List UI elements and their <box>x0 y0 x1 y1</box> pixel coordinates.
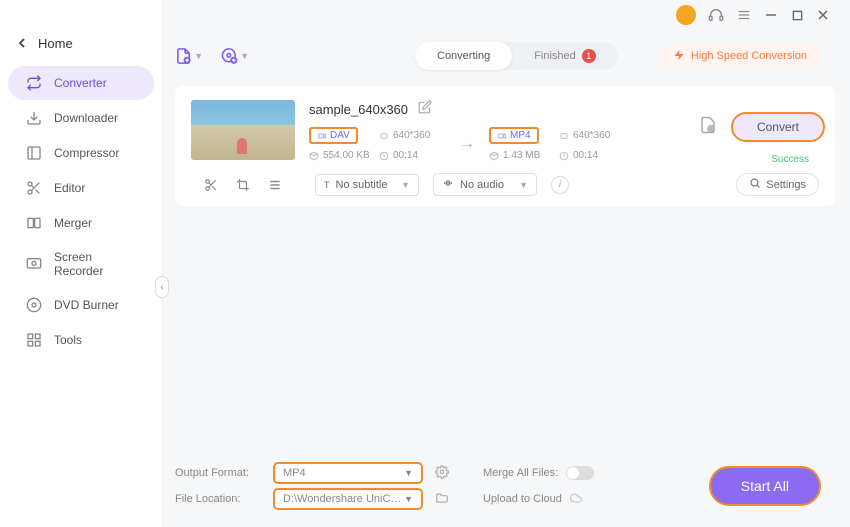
more-icon[interactable] <box>267 178 283 192</box>
sidebar-collapse-handle[interactable]: ‹ <box>155 276 169 298</box>
source-resolution: 640*360 <box>379 130 459 141</box>
tab-switch: Converting Finished 1 <box>415 42 618 70</box>
target-resolution: 640*360 <box>559 130 639 141</box>
dvd-icon <box>26 297 42 313</box>
sidebar-item-label: Screen Recorder <box>54 250 136 278</box>
tab-converting[interactable]: Converting <box>415 42 512 70</box>
magnifier-gear-icon <box>749 177 761 192</box>
close-button[interactable] <box>816 8 830 22</box>
add-file-button[interactable]: ▼ <box>175 43 203 69</box>
back-chevron-icon <box>18 36 28 51</box>
merge-label: Merge All Files: <box>483 467 558 479</box>
output-format-label: Output Format: <box>175 467 265 479</box>
output-settings-gear-icon[interactable] <box>435 465 449 482</box>
sidebar-item-tools[interactable]: Tools <box>8 323 154 357</box>
minimize-button[interactable] <box>764 8 778 22</box>
sidebar: Home Converter Downloader Compressor Edi… <box>0 0 163 527</box>
output-format-select[interactable]: MP4 ▼ <box>273 462 423 484</box>
add-dvd-button[interactable]: ▼ <box>221 43 249 69</box>
user-avatar[interactable] <box>676 5 696 25</box>
output-settings-icon[interactable] <box>699 116 717 139</box>
chevron-down-icon: ▼ <box>404 494 413 504</box>
converter-icon <box>26 75 42 91</box>
sidebar-item-label: Tools <box>54 333 82 347</box>
convert-button[interactable]: Convert <box>731 112 825 142</box>
start-all-button[interactable]: Start All <box>709 466 821 506</box>
item-settings-button[interactable]: Settings <box>736 173 819 196</box>
maximize-button[interactable] <box>790 8 804 22</box>
finished-count-badge: 1 <box>582 49 596 63</box>
cloud-icon[interactable] <box>568 492 584 507</box>
sidebar-item-screen-recorder[interactable]: Screen Recorder <box>8 241 154 287</box>
headset-icon[interactable] <box>708 7 724 23</box>
home-label: Home <box>38 36 73 51</box>
crop-icon[interactable] <box>235 178 251 192</box>
screen-recorder-icon <box>26 256 42 272</box>
sidebar-item-label: Downloader <box>54 111 118 125</box>
target-format-chip: MP4 <box>489 127 539 144</box>
download-icon <box>26 110 42 126</box>
file-location-select[interactable]: D:\Wondershare UniConverter 1 ▼ <box>273 488 423 510</box>
home-link[interactable]: Home <box>0 30 162 65</box>
edit-name-icon[interactable] <box>418 100 432 119</box>
sidebar-item-editor[interactable]: Editor <box>8 171 154 205</box>
sidebar-item-label: Converter <box>54 76 107 90</box>
file-location-label: File Location: <box>175 493 265 505</box>
compressor-icon <box>26 145 42 161</box>
open-folder-icon[interactable] <box>435 491 449 508</box>
upload-cloud-label: Upload to Cloud <box>483 493 562 505</box>
menu-icon[interactable] <box>736 7 752 23</box>
sidebar-item-dvd-burner[interactable]: DVD Burner <box>8 288 154 322</box>
source-size: 554.00 KB <box>309 150 379 161</box>
sidebar-item-label: DVD Burner <box>54 298 119 312</box>
source-duration: 00:14 <box>379 150 459 161</box>
lightning-icon <box>673 49 685 64</box>
sidebar-item-converter[interactable]: Converter <box>8 66 154 100</box>
chevron-down-icon: ▼ <box>519 180 528 190</box>
status-text: Success <box>771 154 809 165</box>
high-speed-conversion-pill[interactable]: High Speed Conversion <box>659 44 821 69</box>
tab-label: Converting <box>437 50 490 62</box>
file-name: sample_640x360 <box>309 102 408 117</box>
sidebar-item-label: Compressor <box>54 146 119 160</box>
chevron-down-icon: ▼ <box>194 51 203 61</box>
video-thumbnail[interactable] <box>191 100 295 160</box>
chevron-down-icon: ▼ <box>240 51 249 61</box>
audio-dropdown[interactable]: No audio ▼ <box>433 173 537 196</box>
tools-icon <box>26 332 42 348</box>
subtitle-icon: T <box>324 180 330 190</box>
info-icon[interactable]: i <box>551 176 569 194</box>
chevron-down-icon: ▼ <box>404 468 413 478</box>
arrow-icon: → <box>459 135 489 153</box>
tab-finished[interactable]: Finished 1 <box>512 42 618 70</box>
subtitle-dropdown[interactable]: T No subtitle ▼ <box>315 174 419 196</box>
sidebar-item-compressor[interactable]: Compressor <box>8 136 154 170</box>
merge-toggle[interactable] <box>566 466 594 480</box>
sidebar-item-label: Editor <box>54 181 85 195</box>
editor-icon <box>26 180 42 196</box>
source-format-chip: DAV <box>309 127 358 144</box>
sidebar-item-merger[interactable]: Merger <box>8 206 154 240</box>
target-duration: 00:14 <box>559 150 639 161</box>
tab-label: Finished <box>534 50 576 62</box>
audio-icon <box>442 178 454 191</box>
file-card: sample_640x360 DAV 640*360 → MP4 640*360… <box>175 86 835 206</box>
chevron-down-icon: ▼ <box>401 180 410 190</box>
trim-icon[interactable] <box>203 178 219 192</box>
sidebar-item-downloader[interactable]: Downloader <box>8 101 154 135</box>
target-size: 1.43 MB <box>489 150 559 161</box>
sidebar-item-label: Merger <box>54 216 92 230</box>
high-speed-label: High Speed Conversion <box>691 50 807 62</box>
merger-icon <box>26 215 42 231</box>
